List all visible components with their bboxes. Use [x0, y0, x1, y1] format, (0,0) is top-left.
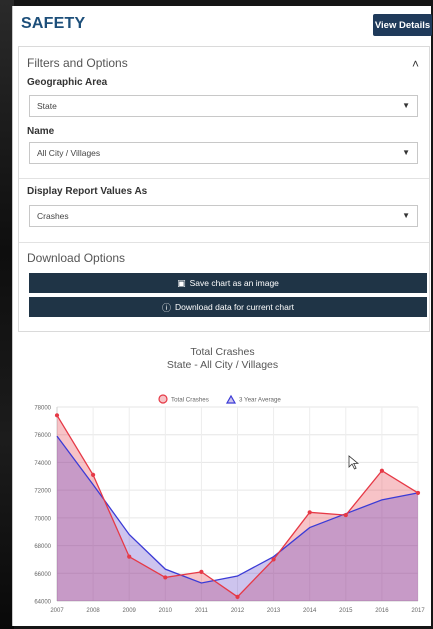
y-tick-label: 76000 [34, 433, 51, 439]
crashes-chart: Total Crashes State - All City / Village… [13, 344, 432, 626]
info-icon: ⓘ [161, 302, 171, 313]
geographic-area-value: State [37, 101, 57, 111]
chart-canvas: 64000 66000 68000 70000 72000 74000 76000 78000… [34, 394, 425, 614]
save-chart-button[interactable]: ▣ Save chart as an image [29, 273, 427, 293]
x-tick-label: 2015 [339, 608, 353, 614]
total-crashes-point [271, 557, 276, 562]
total-crashes-point [343, 512, 348, 518]
section-divider [19, 178, 429, 179]
dropdown-arrow-icon: ▼ [402, 148, 410, 157]
legend-three-year-average-label: 3 Year Average [239, 397, 281, 404]
x-tick-label: 2013 [267, 608, 281, 614]
total-crashes-point [235, 594, 240, 599]
dropdown-arrow-icon: ▼ [402, 211, 410, 220]
display-values-select[interactable]: Crashes ▼ [29, 205, 418, 227]
legend-total-crashes-label: Total Crashes [171, 397, 209, 404]
name-label: Name [27, 126, 55, 137]
geographic-area-select[interactable]: State ▼ [29, 95, 418, 117]
legend-total-crashes-marker [158, 394, 168, 404]
y-tick-label: 74000 [34, 461, 51, 467]
x-tick-label: 2017 [411, 608, 425, 614]
view-details-button[interactable]: View Details [373, 14, 432, 36]
x-tick-label: 2011 [195, 608, 209, 614]
section-divider [19, 242, 429, 243]
total-crashes-point [54, 413, 60, 418]
y-tick-label: 66000 [34, 572, 51, 578]
total-crashes-point [91, 472, 96, 477]
total-crashes-point [199, 569, 204, 574]
x-tick-label: 2007 [50, 608, 64, 614]
total-crashes-point [307, 510, 312, 515]
image-icon: ▣ [177, 277, 186, 288]
geographic-area-label: Geographic Area [27, 77, 108, 88]
total-crashes-point [127, 554, 132, 559]
panel-header: SAFETY View Details [13, 6, 432, 42]
name-select[interactable]: All City / Villages ▼ [29, 142, 418, 164]
total-crashes-point [163, 575, 168, 580]
download-data-label: Download data for current chart [174, 302, 295, 312]
x-tick-label: 2016 [375, 608, 389, 614]
name-value: All City / Villages [37, 148, 101, 158]
total-crashes-point [379, 468, 384, 473]
y-tick-label: 64000 [34, 600, 51, 606]
page-title: SAFETY [21, 15, 86, 32]
download-data-button[interactable]: ⓘ Download data for current chart [29, 297, 427, 317]
dropdown-arrow-icon: ▼ [402, 101, 410, 110]
y-tick-label: 68000 [34, 544, 51, 550]
display-values-value: Crashes [37, 211, 69, 221]
x-tick-label: 2009 [123, 608, 137, 614]
display-values-label: Display Report Values As [27, 186, 148, 197]
collapse-chevron-icon[interactable]: ˄ [412, 57, 419, 71]
legend-three-year-average-marker [225, 394, 237, 404]
filters-card: Filters and Options ˄ Geographic Area St… [18, 46, 430, 332]
x-tick-label: 2014 [303, 608, 317, 614]
filters-section-title: Filters and Options [27, 56, 128, 70]
download-section-title: Download Options [27, 251, 126, 265]
y-tick-label: 78000 [34, 406, 51, 412]
y-tick-label: 70000 [34, 516, 51, 522]
x-tick-label: 2010 [159, 608, 173, 614]
safety-panel: SAFETY View Details Filters and Options … [12, 6, 432, 626]
x-tick-label: 2012 [231, 608, 245, 614]
y-tick-label: 72000 [34, 489, 51, 495]
x-tick-label: 2008 [86, 608, 100, 614]
save-chart-label: Save chart as an image [189, 278, 279, 288]
total-crashes-point [415, 490, 421, 496]
mouse-cursor-icon [348, 455, 360, 470]
